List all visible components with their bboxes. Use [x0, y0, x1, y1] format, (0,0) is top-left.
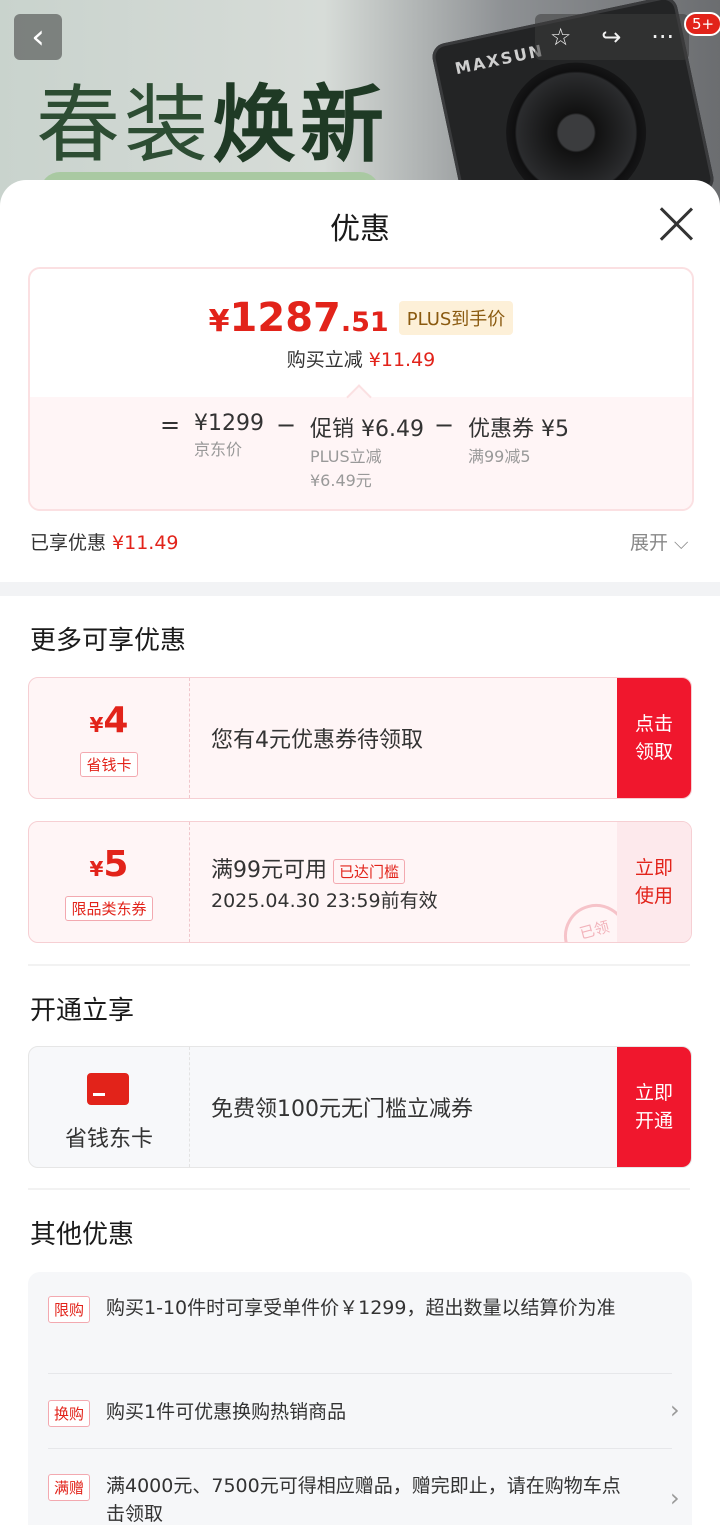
section-divider — [0, 582, 720, 596]
offer-description: 免费领100元无门槛立减券 — [211, 1097, 473, 1122]
sheet-title: 优惠 — [330, 212, 390, 247]
message-badge: 5+ — [684, 12, 720, 36]
instant-discount-line: 购买立减 ¥11.49 — [286, 349, 436, 371]
deal-tag: 满赠 — [48, 1474, 91, 1501]
price-breakdown-card: ¥ 1287 .51 PLUS到手价 购买立减 ¥11.49 = ¥1299 京东… — [28, 267, 694, 511]
membership-card-offer: 省钱东卡 免费领100元无门槛立减券 立即 开通 — [28, 1046, 692, 1168]
coupon-amount: 4 — [103, 700, 129, 741]
more-icon[interactable]: ··· — [651, 23, 674, 51]
list-item: 限购 购买1-10件时可享受单件价￥1299，超出数量以结算价为准 — [48, 1294, 672, 1354]
discount-sheet: 优惠 ¥ 1287 .51 PLUS到手价 购买立减 ¥11.49 = ¥1299… — [0, 180, 720, 1525]
expand-button[interactable]: 展开 ⌵ — [630, 528, 688, 555]
promo-sub-label: PLUS立减 — [310, 447, 382, 466]
base-price: ¥1299 — [194, 411, 264, 436]
coupon-condition: 满99减5 — [468, 447, 531, 466]
promo-discount: 促销 ¥6.49 — [310, 417, 424, 442]
coupon-card-category: ¥5 限品类东券 满99元可用 已达门槛 2025.04.30 23:59前有效 … — [28, 821, 692, 943]
minus-sign: − — [276, 411, 297, 439]
back-button[interactable]: ‹ — [14, 14, 62, 60]
coupon-expiry: 2025.04.30 23:59前有效 — [211, 890, 438, 912]
gpu-brand-text: MAXSUN — [453, 40, 546, 79]
back-icon: ‹ — [31, 17, 45, 57]
deal-text: 购买1件可优惠换购热销商品 — [106, 1401, 347, 1423]
coupon-card-savings: ¥4 省钱卡 您有4元优惠券待领取 点击 领取 — [28, 677, 692, 799]
base-price-label: 京东价 — [194, 440, 243, 459]
minus-sign: − — [434, 411, 455, 439]
threshold-reached-tag: 已达门槛 — [333, 858, 406, 884]
coupon-type-tag: 省钱卡 — [80, 752, 138, 777]
equals-sign: = — [160, 411, 181, 439]
list-item[interactable]: 满赠 满4000元、7500元可得相应赠品，赠完即止，请在购物车点击领取 › — [48, 1472, 680, 1525]
plus-price-tag: PLUS到手价 — [398, 301, 514, 335]
deal-text: 购买1-10件时可享受单件价￥1299，超出数量以结算价为准 — [106, 1297, 616, 1319]
deal-text: 满4000元、7500元可得相应赠品，赠完即止，请在购物车点击领取 — [106, 1475, 621, 1525]
final-price: ¥ 1287 .51 PLUS到手价 — [30, 295, 692, 341]
applied-discount: 已享优惠 ¥11.49 — [30, 532, 179, 554]
card-name: 省钱东卡 — [64, 1127, 153, 1152]
coupon-condition: 满99元可用 已达门槛 — [211, 852, 406, 884]
close-icon[interactable] — [656, 204, 696, 244]
coupon-amount: 5 — [103, 844, 129, 885]
deal-tag: 限购 — [48, 1296, 91, 1323]
share-icon[interactable]: ↪ — [601, 23, 621, 51]
coupon-type-tag: 限品类东券 — [65, 896, 153, 921]
promo-sub-amount: ¥6.49元 — [310, 471, 372, 490]
coupon-description: 您有4元优惠券待领取 — [211, 728, 423, 753]
coupon-discount: 优惠券 ¥5 — [468, 417, 569, 442]
open-benefit-title: 开通立享 — [30, 996, 135, 1026]
banner-title: 春装焕新 — [36, 76, 389, 174]
list-item[interactable]: 换购 购买1件可优惠换购热销商品 › — [48, 1396, 680, 1428]
price-formula: = ¥1299 京东价 − 促销 ¥6.49 PLUS立减 ¥6.49元 − 优… — [30, 384, 692, 509]
other-deals-title: 其他优惠 — [30, 1220, 135, 1250]
chevron-right-icon: › — [670, 1484, 680, 1512]
star-icon[interactable]: ☆ — [550, 23, 572, 51]
other-deals-list: 限购 购买1-10件时可享受单件价￥1299，超出数量以结算价为准 换购 购买1… — [28, 1272, 692, 1525]
activate-button[interactable]: 立即 开通 — [617, 1047, 691, 1167]
card-icon — [87, 1073, 129, 1105]
use-now-button[interactable]: 立即 使用 — [617, 822, 691, 942]
chevron-right-icon: › — [670, 1396, 680, 1424]
claim-button[interactable]: 点击 领取 — [617, 678, 691, 798]
top-actions: ☆ ↪ ··· — [535, 14, 689, 60]
deal-tag: 换购 — [48, 1400, 91, 1427]
more-deals-title: 更多可享优惠 — [30, 626, 187, 656]
